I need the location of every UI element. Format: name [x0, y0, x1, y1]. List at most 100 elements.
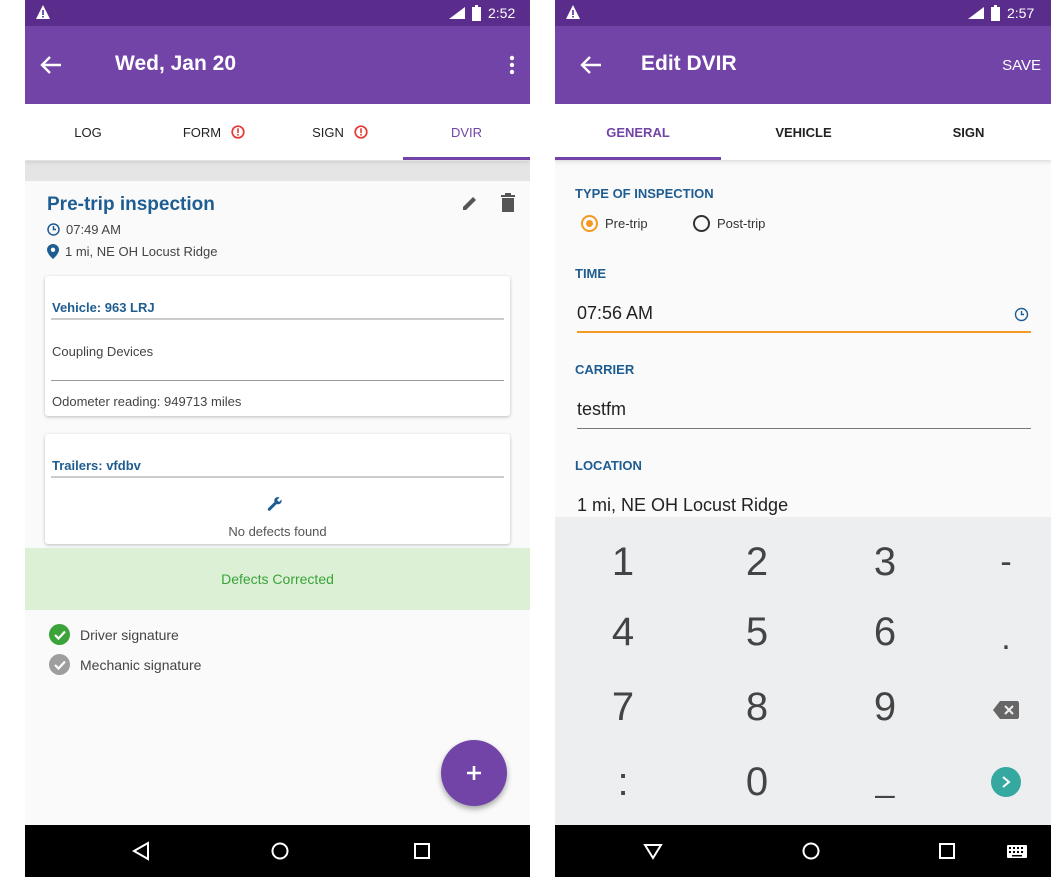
recents-square-icon[interactable]: [934, 839, 960, 863]
key-underscore[interactable]: _: [825, 745, 945, 815]
key-period[interactable]: .: [946, 603, 1051, 673]
alert-icon: [354, 125, 368, 139]
left-screen: 2:52 Wed, Jan 20 LOG FORM SIGN DVIR Pre-…: [25, 0, 530, 877]
field-underline: [577, 331, 1031, 333]
key-8[interactable]: 8: [697, 672, 817, 742]
location-pin-icon: [47, 244, 59, 259]
vehicle-header: Vehicle: 963 LRJ: [52, 300, 155, 315]
key-2[interactable]: 2: [697, 527, 817, 597]
carrier-label: CARRIER: [575, 362, 635, 377]
signal-icon: [449, 7, 465, 19]
divider-strip: [25, 161, 530, 181]
key-6[interactable]: 6: [825, 597, 945, 667]
app-bar: Edit DVIR SAVE: [555, 26, 1051, 104]
tab-indicator: [555, 157, 721, 160]
check-circle-icon: [49, 654, 70, 675]
carrier-value: testfm: [577, 399, 627, 419]
home-circle-icon[interactable]: [267, 839, 293, 863]
key-minus[interactable]: -: [946, 527, 1051, 597]
key-1[interactable]: 1: [563, 527, 683, 597]
warning-icon: [566, 5, 580, 19]
clock-icon[interactable]: [1014, 307, 1029, 322]
add-button[interactable]: [441, 740, 507, 806]
radio-unselected-icon: [693, 215, 710, 232]
page-title: Edit DVIR: [641, 52, 737, 75]
back-down-triangle-icon[interactable]: [640, 839, 666, 863]
tab-label: SIGN: [312, 124, 344, 140]
system-nav-bar: [555, 825, 1051, 877]
post-trip-radio[interactable]: Post-trip: [693, 215, 765, 232]
tab-general[interactable]: GENERAL: [555, 104, 721, 160]
check-circle-icon: [49, 624, 70, 645]
arrow-back-icon[interactable]: [39, 54, 63, 76]
inspection-location: 1 mi, NE OH Locust Ridge: [65, 244, 218, 259]
tab-label: DVIR: [450, 124, 483, 140]
next-key[interactable]: [946, 747, 1051, 817]
status-time: 2:52: [488, 5, 516, 21]
key-4[interactable]: 4: [563, 597, 683, 667]
alert-icon: [231, 125, 245, 139]
tab-label: VEHICLE: [775, 124, 832, 140]
trailer-card[interactable]: Trailers: vfdbv No defects found: [45, 434, 510, 544]
inspection-location-row: 1 mi, NE OH Locust Ridge: [47, 244, 217, 259]
tab-label: SIGN: [952, 124, 985, 140]
status-bar: 2:57: [555, 0, 1051, 26]
tab-log[interactable]: LOG: [25, 104, 151, 160]
tab-vehicle[interactable]: VEHICLE: [721, 104, 886, 160]
save-button[interactable]: SAVE: [1002, 57, 1041, 74]
home-circle-icon[interactable]: [798, 839, 824, 863]
tab-bar: LOG FORM SIGN DVIR: [25, 104, 530, 161]
tab-label: GENERAL: [606, 124, 670, 140]
time-value: 07:56 AM: [577, 303, 654, 323]
tab-label: LOG: [74, 124, 102, 140]
tab-sign[interactable]: SIGN: [277, 104, 403, 160]
pre-trip-radio[interactable]: Pre-trip: [581, 215, 648, 232]
right-screen: 2:57 Edit DVIR SAVE GENERAL VEHICLE SIGN…: [555, 0, 1051, 877]
key-5[interactable]: 5: [697, 597, 817, 667]
tab-form[interactable]: FORM: [151, 104, 277, 160]
delete-trash-icon[interactable]: [501, 193, 515, 212]
key-7[interactable]: 7: [563, 672, 683, 742]
vehicle-card[interactable]: Vehicle: 963 LRJ Coupling Devices Odomet…: [45, 276, 510, 416]
backspace-icon: [993, 701, 1019, 719]
defects-corrected-banner: Defects Corrected: [25, 548, 530, 610]
mechanic-signature-row[interactable]: Mechanic signature: [49, 654, 201, 675]
field-underline: [577, 428, 1031, 429]
inspection-time: 07:49 AM: [66, 222, 121, 237]
page-title: Wed, Jan 20: [115, 52, 236, 75]
numeric-keypad: 1 2 3 - 4 5 6 . 7 8 9 : 0 _: [555, 517, 1051, 825]
tab-dvir[interactable]: DVIR: [403, 104, 530, 160]
signature-label: Driver signature: [80, 626, 179, 643]
trailer-header: Trailers: vfdbv: [52, 458, 141, 473]
divider: [51, 476, 504, 478]
recents-square-icon[interactable]: [409, 839, 435, 863]
plus-icon: [467, 766, 481, 780]
time-field[interactable]: 07:56 AM: [577, 303, 1031, 333]
arrow-back-icon[interactable]: [579, 54, 603, 76]
driver-signature-row[interactable]: Driver signature: [49, 624, 179, 645]
radio-selected-icon: [581, 215, 598, 232]
inspection-time-row: 07:49 AM: [47, 222, 121, 237]
key-3[interactable]: 3: [825, 527, 945, 597]
location-value: 1 mi, NE OH Locust Ridge: [577, 495, 789, 515]
keyboard-icon[interactable]: [1004, 839, 1030, 863]
radio-label: Pre-trip: [605, 216, 648, 231]
more-vert-icon[interactable]: [508, 54, 516, 76]
back-triangle-icon[interactable]: [129, 839, 155, 863]
wrench-icon: [267, 497, 282, 511]
defect-category: Coupling Devices: [52, 344, 154, 359]
location-field[interactable]: 1 mi, NE OH Locust Ridge: [577, 495, 1031, 516]
tab-bar: GENERAL VEHICLE SIGN: [555, 104, 1051, 161]
key-9[interactable]: 9: [825, 672, 945, 742]
backspace-key[interactable]: [946, 675, 1051, 745]
divider: [51, 380, 504, 381]
tab-label: FORM: [182, 124, 222, 140]
tab-sign[interactable]: SIGN: [886, 104, 1051, 160]
key-colon[interactable]: :: [563, 747, 683, 817]
key-0[interactable]: 0: [697, 747, 817, 817]
carrier-field[interactable]: testfm: [577, 399, 1031, 429]
battery-icon: [472, 5, 481, 21]
clock-icon: [47, 223, 60, 236]
location-label: LOCATION: [575, 458, 642, 473]
edit-pencil-icon[interactable]: [461, 194, 479, 212]
